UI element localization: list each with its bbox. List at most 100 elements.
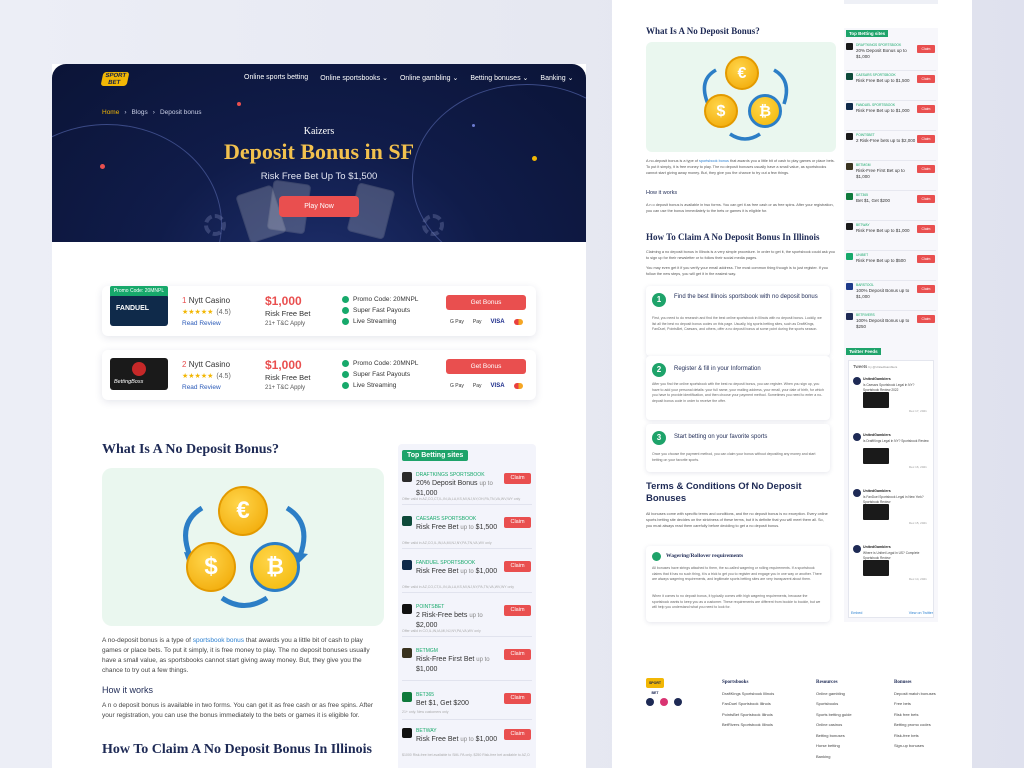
footer-heading: Bonuses	[894, 680, 912, 685]
site-logo[interactable]: SPORT BET	[100, 72, 130, 86]
footer-link[interactable]: Sportsbooks	[816, 699, 852, 710]
claim-button[interactable]: Claim	[917, 105, 935, 113]
twitter-icon[interactable]	[674, 698, 682, 706]
site-name[interactable]: DRAFTKINGS SPORTSBOOK	[856, 43, 901, 47]
betting-site-item: BET365 Bet $1, Get $200 Claim 21+ only. …	[402, 690, 532, 720]
footer-link[interactable]: Banking	[816, 752, 852, 763]
site-name[interactable]: BETMGM	[416, 648, 438, 654]
claim-button[interactable]: Claim	[504, 561, 531, 572]
read-review-link[interactable]: Read Review	[182, 384, 221, 391]
nav-item-banking[interactable]: Banking ⌄	[540, 74, 573, 82]
twitter-timeline[interactable]: Tweets by @UnitedGamblers UnitedGamblers…	[848, 360, 934, 618]
tweet-date: Dec 16, 2021	[909, 465, 927, 469]
footer-link[interactable]: FanDuel Sportsbook Illinois	[722, 699, 774, 710]
casino-chip-icon	[422, 214, 444, 236]
tweet[interactable]: UnitedGamblers Is FanDuel Sportsbook Lega…	[853, 489, 931, 527]
tweet[interactable]: UnitedGamblers Is Caesars Sportsbook Lega…	[853, 377, 931, 415]
embed-link[interactable]: Embed	[851, 611, 862, 615]
footer-link[interactable]: Betting bonuses	[816, 731, 852, 742]
claim-button[interactable]: Claim	[917, 285, 935, 293]
footer-link[interactable]: Risk-free bets	[894, 731, 936, 742]
nav-label: Betting bonuses	[470, 75, 521, 82]
nav-item-betting-bonuses[interactable]: Betting bonuses ⌄	[470, 74, 528, 82]
breadcrumb-blogs[interactable]: Blogs	[132, 109, 148, 116]
claim-button[interactable]: Claim	[504, 729, 531, 740]
claim-button[interactable]: Claim	[504, 605, 531, 616]
promo-code-tag: Promo Code: 20MNPL	[110, 286, 168, 296]
sportsbook-bonus-link[interactable]: sportsbook bonus	[193, 637, 244, 644]
facebook-icon[interactable]	[646, 698, 654, 706]
subheading: How it works	[102, 685, 154, 695]
site-logo-icon	[846, 43, 853, 50]
footer-link[interactable]: Deposit match bonuses	[894, 689, 936, 700]
nav-item-online-gambling[interactable]: Online gambling ⌄	[400, 74, 458, 82]
footer-link[interactable]: Horse betting	[816, 741, 852, 752]
site-name[interactable]: POINTSBET	[416, 604, 444, 610]
site-name[interactable]: CAESARS SPORTSBOOK	[856, 73, 896, 77]
footer-link[interactable]: Sign-up bonuses	[894, 741, 936, 752]
instagram-icon[interactable]	[660, 698, 668, 706]
breadcrumb: Home › Blogs › Deposit bonus	[102, 109, 202, 116]
get-bonus-button[interactable]: Get Bonus	[446, 359, 526, 374]
site-name[interactable]: UNIBET	[856, 253, 868, 257]
footer-link[interactable]: Risk free bets	[894, 710, 936, 721]
nav-item-online-sports-betting[interactable]: Online sports betting	[244, 74, 308, 82]
site-name[interactable]: DRAFTKINGS SPORTSBOOK	[416, 472, 485, 478]
footer-link[interactable]: Sports betting guide	[816, 710, 852, 721]
claim-button[interactable]: Claim	[917, 45, 935, 53]
site-logo-icon	[846, 163, 853, 170]
pointsbet-logo-icon	[402, 604, 412, 614]
footer-link[interactable]: Online gambling	[816, 689, 852, 700]
footer-link[interactable]: Online casinos	[816, 720, 852, 731]
claim-button[interactable]: Claim	[917, 165, 935, 173]
claim-button[interactable]: Claim	[917, 195, 935, 203]
nav-label: Online sportsbooks	[320, 75, 381, 82]
footer-link[interactable]: PointsBet Sportsbook Illinois	[722, 710, 774, 721]
footer-link[interactable]: Free bets	[894, 699, 936, 710]
site-name[interactable]: FANDUEL SPORTSBOOK	[856, 103, 895, 107]
site-name[interactable]: CAESARS SPORTSBOOK	[416, 516, 476, 522]
claim-button[interactable]: Claim	[917, 315, 935, 323]
footer-link[interactable]: BetRivers Sportsbook Illinois	[722, 720, 774, 731]
view-on-twitter-link[interactable]: View on Twitter	[909, 611, 933, 615]
footer-link[interactable]: DraftKings Sportsbook Illinois	[722, 689, 774, 700]
site-offer: 2 Risk-Free bets up to $2,000	[416, 611, 498, 630]
claim-button[interactable]: Claim	[504, 473, 531, 484]
play-now-button[interactable]: Play Now	[279, 196, 359, 217]
sportsbook-bonus-link[interactable]: sportsbook bonus	[699, 159, 729, 163]
offer-amount: $1,500	[475, 524, 498, 531]
site-name[interactable]: BET365	[416, 692, 434, 698]
get-bonus-button[interactable]: Get Bonus	[446, 295, 526, 310]
site-name[interactable]: POINTSBET	[856, 133, 875, 137]
site-name[interactable]: BET365	[856, 193, 868, 197]
footer: SPORT BET Sportsbooks DraftKings Sportsb…	[646, 678, 946, 759]
footer-logo[interactable]: SPORT BET	[646, 678, 664, 695]
casino-logo[interactable]: BettingBoss	[110, 358, 168, 390]
claim-button[interactable]: Claim	[504, 517, 531, 528]
betting-site-item: BETWAY Risk Free Bet up to $1,000 Claim	[846, 222, 936, 251]
claim-button[interactable]: Claim	[917, 225, 935, 233]
casino-logo[interactable]: Promo Code: 20MNPL FANDUEL	[110, 286, 168, 326]
claim-button[interactable]: Claim	[504, 693, 531, 704]
site-offer: Risk Free Bet up to $1,000	[856, 228, 910, 233]
site-name[interactable]: BETMGM	[856, 163, 870, 167]
read-review-link[interactable]: Read Review	[182, 320, 221, 327]
claim-button[interactable]: Claim	[917, 135, 935, 143]
footer-link[interactable]: Betting promo codes	[894, 720, 936, 731]
timeline-footer: Embed View on Twitter	[851, 611, 933, 615]
breadcrumb-home[interactable]: Home	[102, 109, 119, 116]
check-icon	[342, 296, 349, 303]
apple-pay-icon: Pay	[473, 319, 482, 325]
claim-button[interactable]: Claim	[917, 255, 935, 263]
site-name[interactable]: BETWAY	[856, 223, 870, 227]
site-name[interactable]: BARSTOOL	[856, 283, 874, 287]
tweet[interactable]: UnitedGamblers Is DraftKings Legal in NY?…	[853, 433, 931, 471]
site-name[interactable]: BETRIVERS	[856, 313, 875, 317]
tweet[interactable]: UnitedGamblers Where is Unibet Legal in U…	[853, 545, 931, 583]
site-name[interactable]: FANDUEL SPORTSBOOK	[416, 560, 475, 566]
claim-button[interactable]: Claim	[917, 75, 935, 83]
site-name[interactable]: BETWAY	[416, 728, 437, 734]
claim-button[interactable]: Claim	[504, 649, 531, 660]
step-text: After you find the online sportsbook wit…	[652, 382, 824, 403]
nav-item-online-sportsbooks[interactable]: Online sportsbooks ⌄	[320, 74, 388, 82]
